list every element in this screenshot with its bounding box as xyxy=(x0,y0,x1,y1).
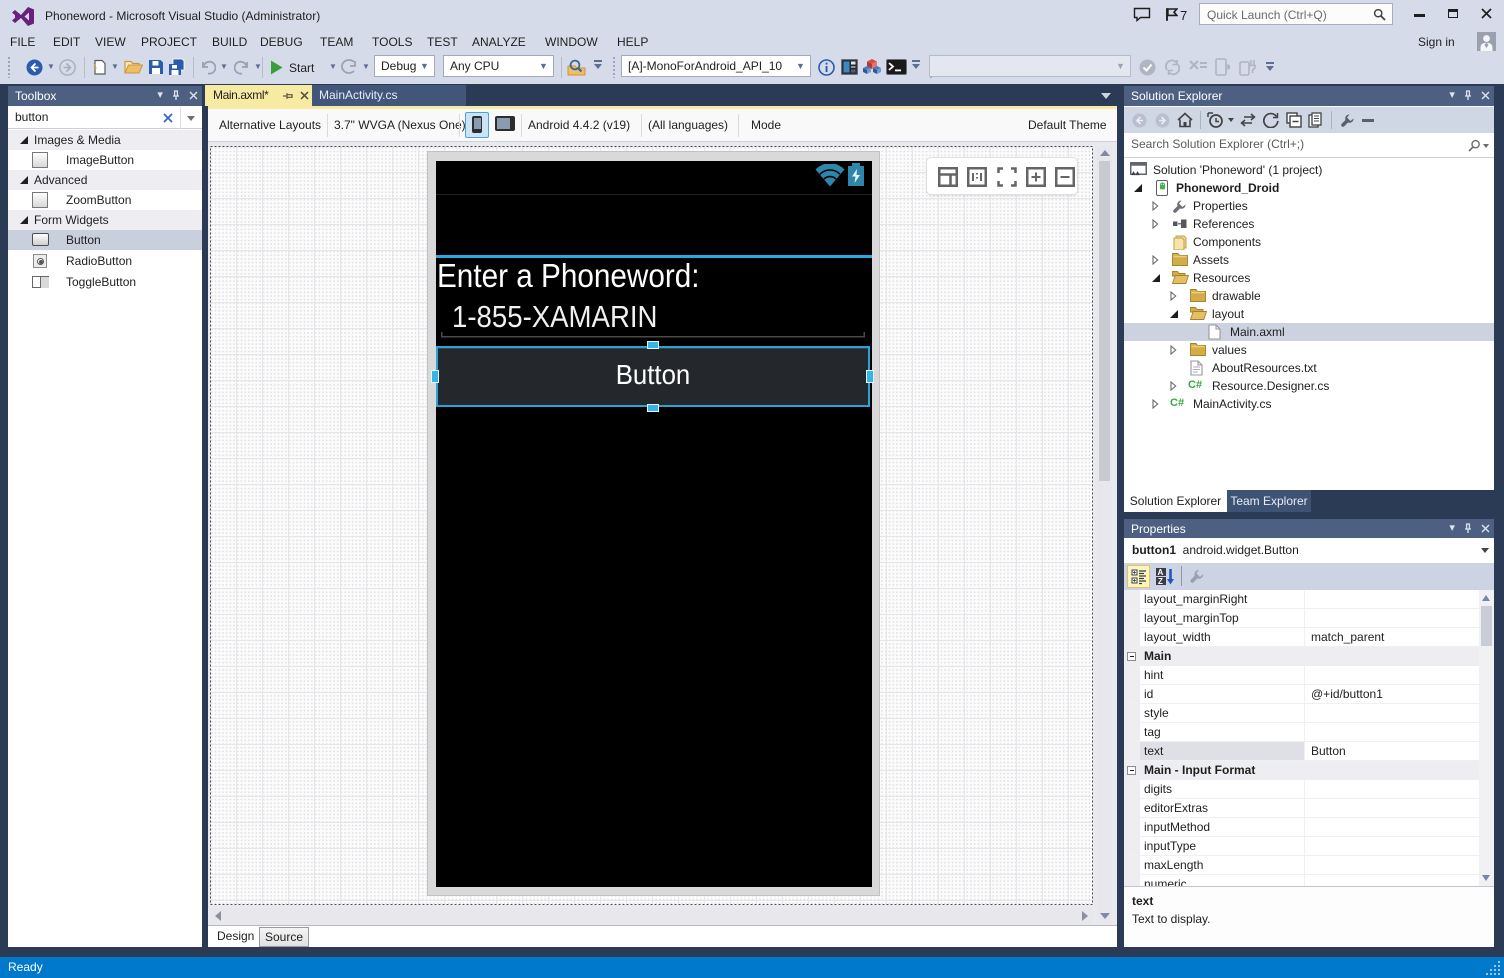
svg-text:Z: Z xyxy=(1158,577,1163,586)
svg-text:A: A xyxy=(1158,568,1164,577)
